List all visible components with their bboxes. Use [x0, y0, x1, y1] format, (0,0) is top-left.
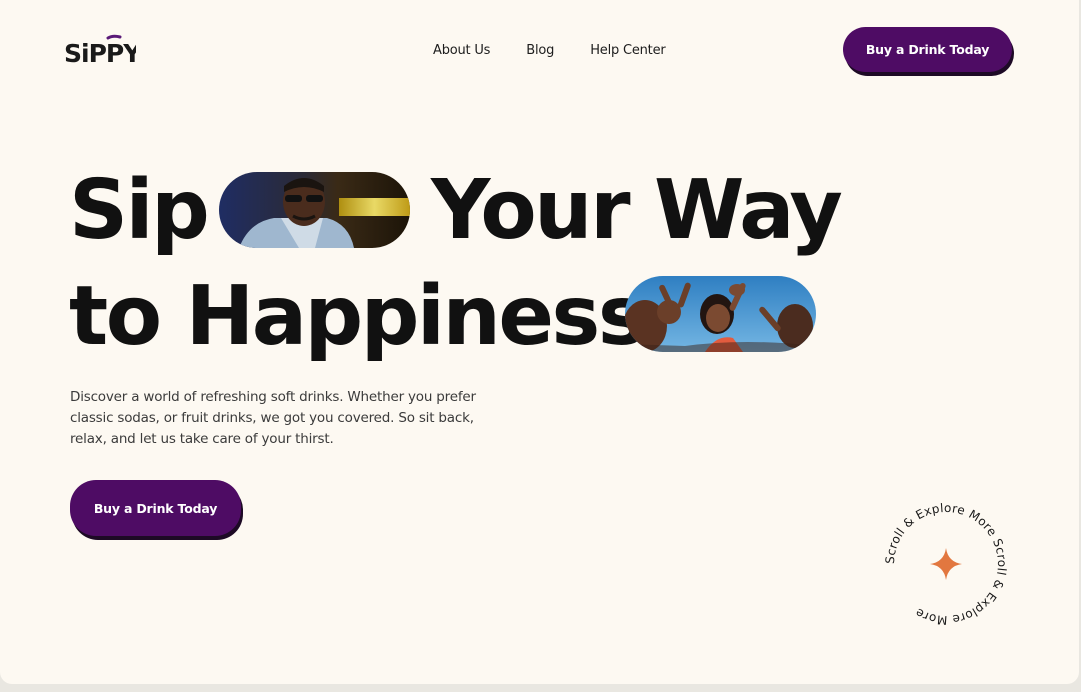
sippy-logo[interactable]: SiPPY [64, 32, 136, 68]
sparkle-icon [930, 548, 962, 580]
hero-word-to-happiness: to Happiness [69, 269, 647, 364]
svg-text:SiPPY: SiPPY [64, 39, 136, 68]
hero-buy-drink-button[interactable]: Buy a Drink Today [70, 480, 241, 536]
hero-word-sip: Sip [69, 163, 210, 258]
nav-help-center[interactable]: Help Center [590, 43, 666, 58]
hero-image-man [219, 172, 410, 248]
nav-blog[interactable]: Blog [526, 43, 554, 58]
hero-description: Discover a world of refreshing soft drin… [70, 389, 476, 447]
header-buy-drink-button[interactable]: Buy a Drink Today [843, 27, 1012, 72]
scroll-explore-badge[interactable]: Scroll & Explore More Scroll & Explore M… [883, 501, 1009, 627]
main-nav: About Us Blog Help Center [433, 43, 666, 58]
hero-word-your-way: Your Way [431, 163, 843, 258]
landing-page: SiPPY About Us Blog Help Center Buy a Dr… [0, 0, 1079, 684]
nav-about-us[interactable]: About Us [433, 43, 490, 58]
hero-image-friends [625, 276, 816, 352]
